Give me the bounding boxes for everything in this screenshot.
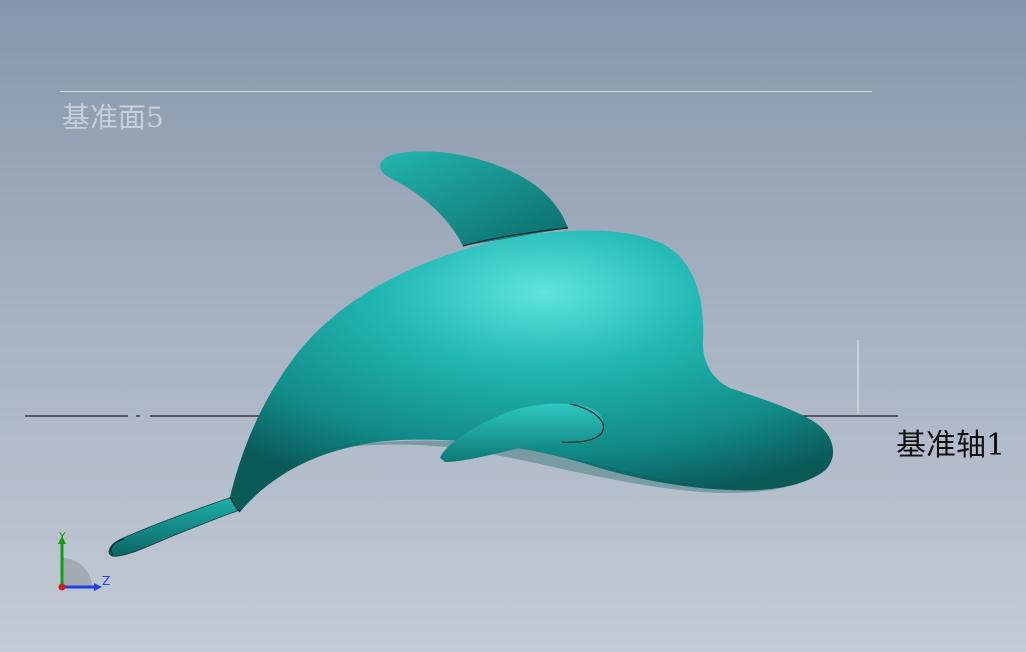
view-orientation-triad[interactable]: Y Z — [48, 530, 118, 600]
graphics-viewport[interactable]: 基准面5 基准轴1 Y Z — [0, 0, 1026, 652]
dolphin-tail[interactable] — [108, 496, 241, 557]
triad-y-label: Y — [59, 530, 66, 543]
triad-z-label: Z — [102, 574, 111, 588]
reference-axis-label[interactable]: 基准轴1 — [896, 420, 1005, 464]
dolphin-body[interactable] — [230, 230, 834, 512]
model-scene — [25, 151, 898, 557]
